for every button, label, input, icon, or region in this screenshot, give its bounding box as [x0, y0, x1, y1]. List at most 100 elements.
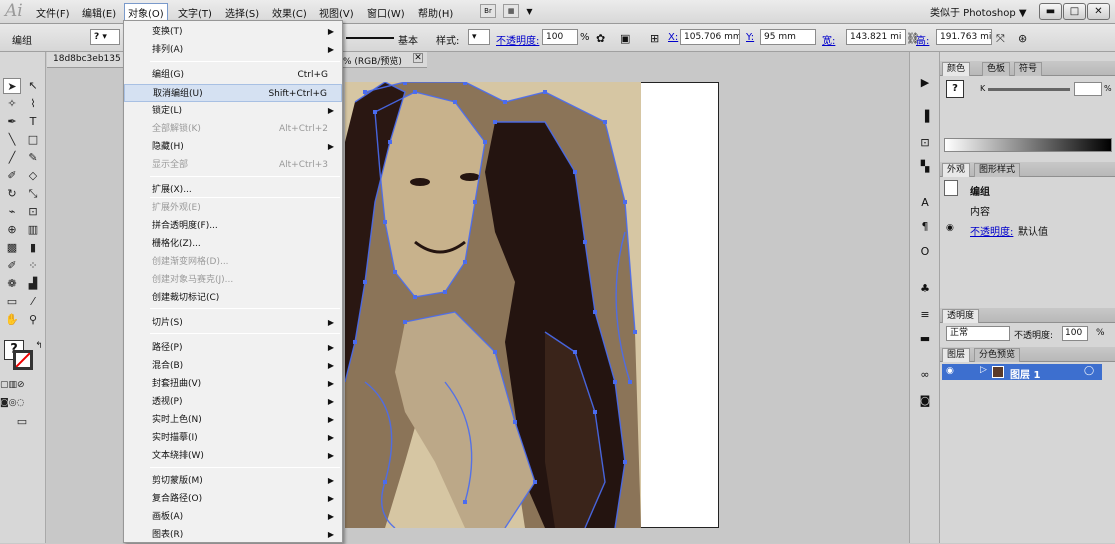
shape-builder-icon[interactable]: ⊕: [3, 222, 21, 238]
warp-tool-icon[interactable]: ⌁: [3, 204, 21, 220]
selection-tool-icon[interactable]: ➤: [3, 78, 21, 94]
layer-name[interactable]: 图层 1: [1010, 366, 1040, 381]
height-input[interactable]: 191.763 mi: [936, 29, 992, 45]
menu-item[interactable]: 实时描摹(I) ▶: [124, 429, 342, 447]
swap-fill-stroke-icon[interactable]: ↰: [30, 338, 48, 354]
width-label[interactable]: 宽:: [822, 32, 835, 47]
rotate-tool-icon[interactable]: ↻: [3, 186, 21, 202]
rectangle-tool-icon[interactable]: □: [24, 132, 42, 148]
opacity-label[interactable]: 不透明度:: [496, 32, 539, 47]
close-button[interactable]: ✕: [1087, 3, 1110, 20]
menu-item[interactable]: 扩展(X)...: [124, 181, 342, 199]
maximize-button[interactable]: □: [1063, 3, 1086, 20]
menu-item[interactable]: 隐藏(H) ▶: [124, 138, 342, 156]
scale-tool-icon[interactable]: ⤡: [24, 186, 42, 202]
y-label[interactable]: Y:: [746, 32, 754, 43]
blend-tool-icon[interactable]: ⁘: [24, 258, 42, 274]
visibility-eye-icon[interactable]: ◉: [946, 223, 954, 233]
pathfinder-icon[interactable]: ▚: [918, 160, 932, 174]
menu-view[interactable]: 视图(V): [319, 5, 354, 20]
menu-item[interactable]: 透视(P) ▶: [124, 393, 342, 411]
tab-appearance[interactable]: 外观: [942, 163, 971, 177]
target-circle-icon[interactable]: ◯: [1084, 366, 1094, 376]
transform-panel-icon[interactable]: ⊡: [918, 136, 932, 150]
arrange-documents-icon[interactable]: ▦: [503, 4, 520, 18]
links-icon[interactable]: ∞: [918, 368, 932, 382]
magic-wand-icon[interactable]: ✧: [3, 96, 21, 112]
layer-row[interactable]: ◉ ▷ 图层 1 ◯: [942, 364, 1102, 381]
align-icon[interactable]: ▐: [918, 110, 932, 124]
slice-tool-icon[interactable]: ⁄: [24, 294, 42, 310]
tab-graphic-styles[interactable]: 图形样式: [974, 163, 1021, 177]
stroke-panel-icon[interactable]: ≡: [918, 308, 932, 322]
menu-item[interactable]: 图表(R) ▶: [124, 526, 342, 544]
color-spectrum[interactable]: [944, 138, 1112, 152]
transparency-opacity-input[interactable]: 100: [1062, 326, 1088, 341]
menu-item[interactable]: 全部解锁(K) Alt+Ctrl+2: [124, 120, 342, 138]
menu-item[interactable]: 栅格化(Z)...: [124, 235, 342, 253]
hand-tool-icon[interactable]: ✋: [3, 312, 21, 328]
eraser-icon[interactable]: ◇: [24, 168, 42, 184]
menu-window[interactable]: 窗口(W): [367, 5, 405, 20]
tab-color[interactable]: 颜色: [942, 62, 971, 76]
column-graph-icon[interactable]: ▟: [24, 276, 42, 292]
screen-mode-icon[interactable]: ▭: [13, 414, 31, 430]
menu-item[interactable]: 排列(A) ▶: [124, 41, 342, 59]
pen-tool-icon[interactable]: ✒: [3, 114, 21, 130]
gradient-tool-icon[interactable]: ▮: [24, 240, 42, 256]
blob-brush-icon[interactable]: ✐: [3, 168, 21, 184]
menu-item[interactable]: 变换(T) ▶: [124, 23, 342, 41]
appearance-opacity-label[interactable]: 不透明度:: [970, 223, 1013, 238]
menu-item[interactable]: 编组(G) Ctrl+G: [124, 66, 342, 84]
free-transform-icon[interactable]: ⊡: [24, 204, 42, 220]
menu-item[interactable]: 扩展外观(E): [124, 199, 342, 217]
menu-item[interactable]: 创建裁切标记(C): [124, 289, 342, 307]
tab-transparency[interactable]: 透明度: [942, 309, 980, 323]
pencil-icon[interactable]: ✎: [24, 150, 42, 166]
k-slider[interactable]: [988, 88, 1070, 91]
line-tool-icon[interactable]: ╲: [3, 132, 21, 148]
direct-selection-icon[interactable]: ↖: [24, 78, 42, 94]
menu-item[interactable]: 创建渐变网格(D)...: [124, 253, 342, 271]
workspace-switcher[interactable]: 类似于 Photoshop ▼: [930, 4, 1027, 19]
gradient-panel-icon[interactable]: ▬: [918, 332, 932, 346]
appearance-content-label[interactable]: 内容: [970, 203, 990, 218]
artboard-tool-icon[interactable]: ▭: [3, 294, 21, 310]
menu-effect[interactable]: 效果(C): [272, 5, 307, 20]
type-tool-icon[interactable]: T: [24, 114, 42, 130]
tab-separations-preview[interactable]: 分色预览: [974, 348, 1021, 362]
menu-item[interactable]: 封套扭曲(V) ▶: [124, 375, 342, 393]
layer-eye-icon[interactable]: ◉: [946, 366, 954, 376]
menu-item[interactable]: 取消编组(U) Shift+Ctrl+G: [124, 84, 342, 102]
x-input[interactable]: 105.706 mm: [680, 29, 740, 45]
minimize-button[interactable]: ▬: [1039, 3, 1062, 20]
opentype-icon[interactable]: O: [918, 245, 932, 259]
menu-item[interactable]: 创建对象马赛克(J)...: [124, 271, 342, 289]
perspective-grid-icon[interactable]: ▥: [24, 222, 42, 238]
paragraph-icon[interactable]: ¶: [918, 220, 932, 234]
expand-arrow-icon[interactable]: ▷: [980, 365, 987, 375]
eyedropper-icon[interactable]: ✐: [3, 258, 21, 274]
opacity-input[interactable]: 100: [542, 29, 578, 45]
menu-edit[interactable]: 编辑(E): [82, 5, 116, 20]
traced-photo-artwork[interactable]: [344, 81, 641, 529]
menu-item[interactable]: 显示全部 Alt+Ctrl+3: [124, 156, 342, 174]
color-mode-icon[interactable]: ▢▥⊘: [0, 377, 25, 393]
menu-item[interactable]: 文本绕排(W) ▶: [124, 447, 342, 465]
menu-item[interactable]: 路径(P) ▶: [124, 339, 342, 357]
recolor-icon[interactable]: ✿: [596, 32, 605, 45]
menu-file[interactable]: 文件(F): [36, 5, 70, 20]
symbol-sprayer-icon[interactable]: ❁: [3, 276, 21, 292]
tab-symbols[interactable]: 符号: [1014, 62, 1043, 76]
menu-item[interactable]: 实时上色(N) ▶: [124, 411, 342, 429]
menu-item[interactable]: 剪切蒙版(M) ▶: [124, 472, 342, 490]
blend-mode-select[interactable]: 正常: [946, 326, 1010, 341]
bridge-button[interactable]: Br: [480, 4, 496, 18]
menu-select[interactable]: 选择(S): [225, 5, 259, 20]
lasso-icon[interactable]: ⌇: [24, 96, 42, 112]
character-icon[interactable]: A: [918, 196, 932, 210]
zoom-tool-icon[interactable]: ⚲: [24, 312, 42, 328]
menu-item[interactable]: 切片(S) ▶: [124, 314, 342, 332]
tab-layers[interactable]: 图层: [942, 348, 971, 362]
reference-point-icon[interactable]: ⊞: [650, 32, 659, 45]
